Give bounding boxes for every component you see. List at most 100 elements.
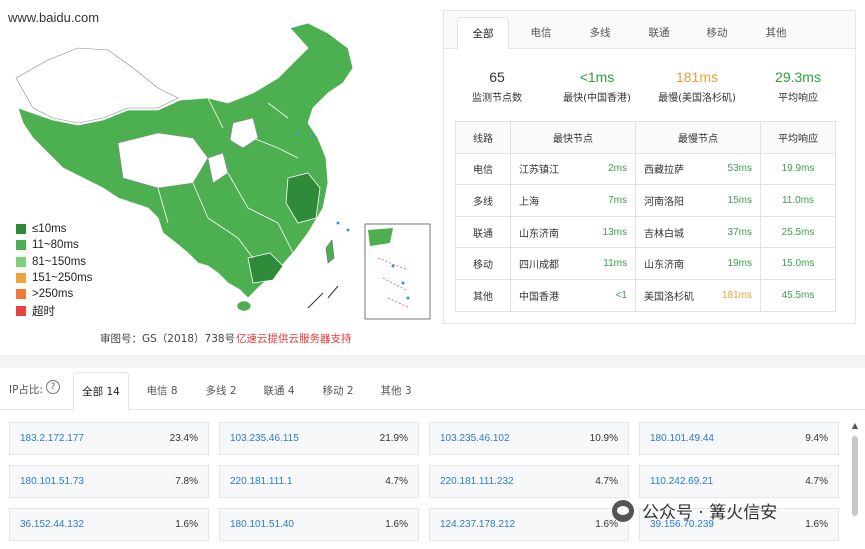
- ip-card[interactable]: 183.2.172.177 23.4%: [9, 422, 209, 455]
- tab-mobile[interactable]: 移动: [691, 17, 743, 50]
- stat-value: 29.3ms: [775, 69, 821, 85]
- ip-address[interactable]: 36.152.44.132: [20, 519, 84, 530]
- top-card: www.baidu.com ≤10ms 11~80ms 81~150ms 151…: [0, 0, 865, 355]
- row-slowest-node: 河南洛阳 15ms: [635, 184, 761, 217]
- stat-label: 最慢(美国洛杉矶): [658, 93, 736, 104]
- ip-tab-unicom[interactable]: 联通 4: [257, 372, 301, 411]
- node-name: 吉林白城: [644, 228, 684, 240]
- row-average: 25.5ms: [760, 215, 836, 249]
- ip-address[interactable]: 124.237.178.212: [440, 519, 515, 530]
- node-ms: <1: [615, 289, 627, 301]
- ip-percentage: 7.8%: [175, 476, 198, 487]
- scroll-up-icon[interactable]: ▲: [851, 422, 859, 430]
- legend-item: >250ms: [16, 286, 92, 302]
- ip-address[interactable]: 180.101.51.73: [20, 476, 84, 487]
- scrollbar-thumb[interactable]: [852, 436, 858, 516]
- legend-item: 151~250ms: [16, 270, 92, 286]
- row-line: 电信: [455, 152, 511, 186]
- tab-unicom[interactable]: 联通: [633, 17, 685, 50]
- map-legend: ≤10ms 11~80ms 81~150ms 151~250ms >250ms …: [16, 221, 92, 319]
- monitored-domain: www.baidu.com: [8, 10, 100, 25]
- ip-tab-bar: IP占比: ? 全部 14 电信 8 多线 2 联通 4 移动 2 其他 3: [0, 368, 865, 411]
- stat-value: 181ms: [675, 69, 719, 85]
- ip-address[interactable]: 103.235.46.102: [440, 433, 510, 444]
- stat-value: <1ms: [579, 69, 615, 85]
- ip-card[interactable]: 124.237.178.212 1.6%: [429, 508, 629, 541]
- stat-label: 最快(中国香港): [563, 93, 631, 104]
- ip-address[interactable]: 180.101.51.40: [230, 519, 294, 530]
- node-name: 江苏镇江: [519, 165, 559, 177]
- ip-percentage: 1.6%: [805, 519, 828, 530]
- question-circle-icon[interactable]: ?: [46, 380, 60, 394]
- ip-address[interactable]: 110.242.69.21: [650, 476, 713, 487]
- node-ms: 2ms: [608, 163, 627, 175]
- ip-tab-all[interactable]: 全部 14: [73, 372, 129, 411]
- ip-tab-other[interactable]: 其他 3: [374, 372, 418, 411]
- table-row: 其他 中国香港 <1 美国洛杉矶 181ms 45.5ms: [455, 278, 836, 312]
- scrollbar[interactable]: ▲: [851, 422, 859, 547]
- node-ms: 13ms: [602, 226, 627, 238]
- header-line: 线路: [455, 121, 511, 154]
- legend-swatch: [16, 256, 26, 267]
- node-name: 河南洛阳: [644, 196, 684, 208]
- ip-address[interactable]: 220.181.111.1: [230, 476, 292, 487]
- node-ms: 11ms: [603, 258, 627, 270]
- row-slowest-node: 山东济南 19ms: [635, 247, 761, 280]
- ip-address[interactable]: 183.2.172.177: [20, 433, 84, 444]
- stat-label: 平均响应: [778, 93, 818, 104]
- line-latency-table: 线路 最快节点 最慢节点 平均响应 电信 江苏镇江 2ms 西藏拉萨 53ms 19.9m…: [455, 121, 836, 312]
- table-row: 多线 上海 7ms 河南洛阳 15ms 11.0ms: [455, 184, 836, 217]
- node-ms: 7ms: [608, 194, 627, 206]
- node-ms: 181ms: [721, 289, 752, 301]
- row-average: 11.0ms: [760, 184, 836, 217]
- ip-address[interactable]: 220.181.111.232: [440, 476, 514, 487]
- row-average: 15.0ms: [760, 247, 836, 280]
- ip-card[interactable]: 180.101.51.40 1.6%: [219, 508, 419, 541]
- row-slowest-node: 吉林白城 37ms: [635, 215, 761, 249]
- tab-telecom[interactable]: 电信: [515, 17, 567, 50]
- legend-item: 超时: [16, 302, 92, 318]
- node-name: 山东济南: [519, 228, 559, 240]
- ip-card[interactable]: 103.235.46.102 10.9%: [429, 422, 629, 455]
- latency-summary-panel: 全部 电信 多线 联通 移动 其他 65 监测节点数 <1ms 最快(中国香港)…: [443, 10, 856, 324]
- header-average: 平均响应: [760, 121, 836, 154]
- row-slowest-node: 西藏拉萨 53ms: [635, 152, 761, 186]
- ip-card[interactable]: 180.101.49.44 9.4%: [639, 422, 839, 455]
- tab-multiline[interactable]: 多线: [574, 17, 626, 50]
- ip-card[interactable]: 103.235.46.115 21.9%: [219, 422, 419, 455]
- row-line: 联通: [455, 215, 511, 249]
- table-row: 联通 山东济南 13ms 吉林白城 37ms 25.5ms: [455, 215, 836, 249]
- line-tabs: 全部 电信 多线 联通 移动 其他: [444, 11, 855, 50]
- ip-address[interactable]: 180.101.49.44: [650, 433, 714, 444]
- legend-swatch: [16, 240, 26, 251]
- watermark-text: 公众号 · 篝火信安: [642, 503, 778, 523]
- ip-card[interactable]: 220.181.111.232 4.7%: [429, 465, 629, 498]
- row-line: 移动: [455, 247, 511, 280]
- row-slowest-node: 美国洛杉矶 181ms: [635, 278, 761, 312]
- table-row: 电信 江苏镇江 2ms 西藏拉萨 53ms 19.9ms: [455, 152, 836, 186]
- ip-card[interactable]: 110.242.69.21 4.7%: [639, 465, 839, 498]
- ip-tab-telecom[interactable]: 电信 8: [140, 372, 184, 411]
- legend-swatch: [16, 289, 26, 300]
- ip-card[interactable]: 36.152.44.132 1.6%: [9, 508, 209, 541]
- stat-value: 65: [489, 69, 505, 85]
- tab-all[interactable]: 全部: [457, 17, 509, 50]
- map-credit-link[interactable]: 亿速云提供云服务器支持: [236, 331, 352, 346]
- table-row: 移动 四川成都 11ms 山东济南 19ms 15.0ms: [455, 247, 836, 280]
- tab-other[interactable]: 其他: [750, 17, 802, 50]
- node-ms: 19ms: [727, 258, 752, 270]
- ip-tab-mobile[interactable]: 移动 2: [316, 372, 360, 411]
- ip-card[interactable]: 180.101.51.73 7.8%: [9, 465, 209, 498]
- ip-card[interactable]: 220.181.111.1 4.7%: [219, 465, 419, 498]
- row-line: 多线: [455, 184, 511, 217]
- map-approval-number: 审图号：GS（2018）738号: [100, 333, 236, 345]
- row-fastest-node: 上海 7ms: [510, 184, 636, 217]
- row-average: 45.5ms: [760, 278, 836, 312]
- header-fastest: 最快节点: [510, 121, 636, 154]
- node-ms: 53ms: [727, 163, 752, 175]
- node-ms: 37ms: [727, 226, 752, 238]
- ip-percentage: 4.7%: [805, 476, 828, 487]
- ip-tab-multiline[interactable]: 多线 2: [199, 372, 243, 411]
- ip-address[interactable]: 103.235.46.115: [230, 433, 299, 444]
- ip-share-label: IP占比:: [9, 384, 43, 396]
